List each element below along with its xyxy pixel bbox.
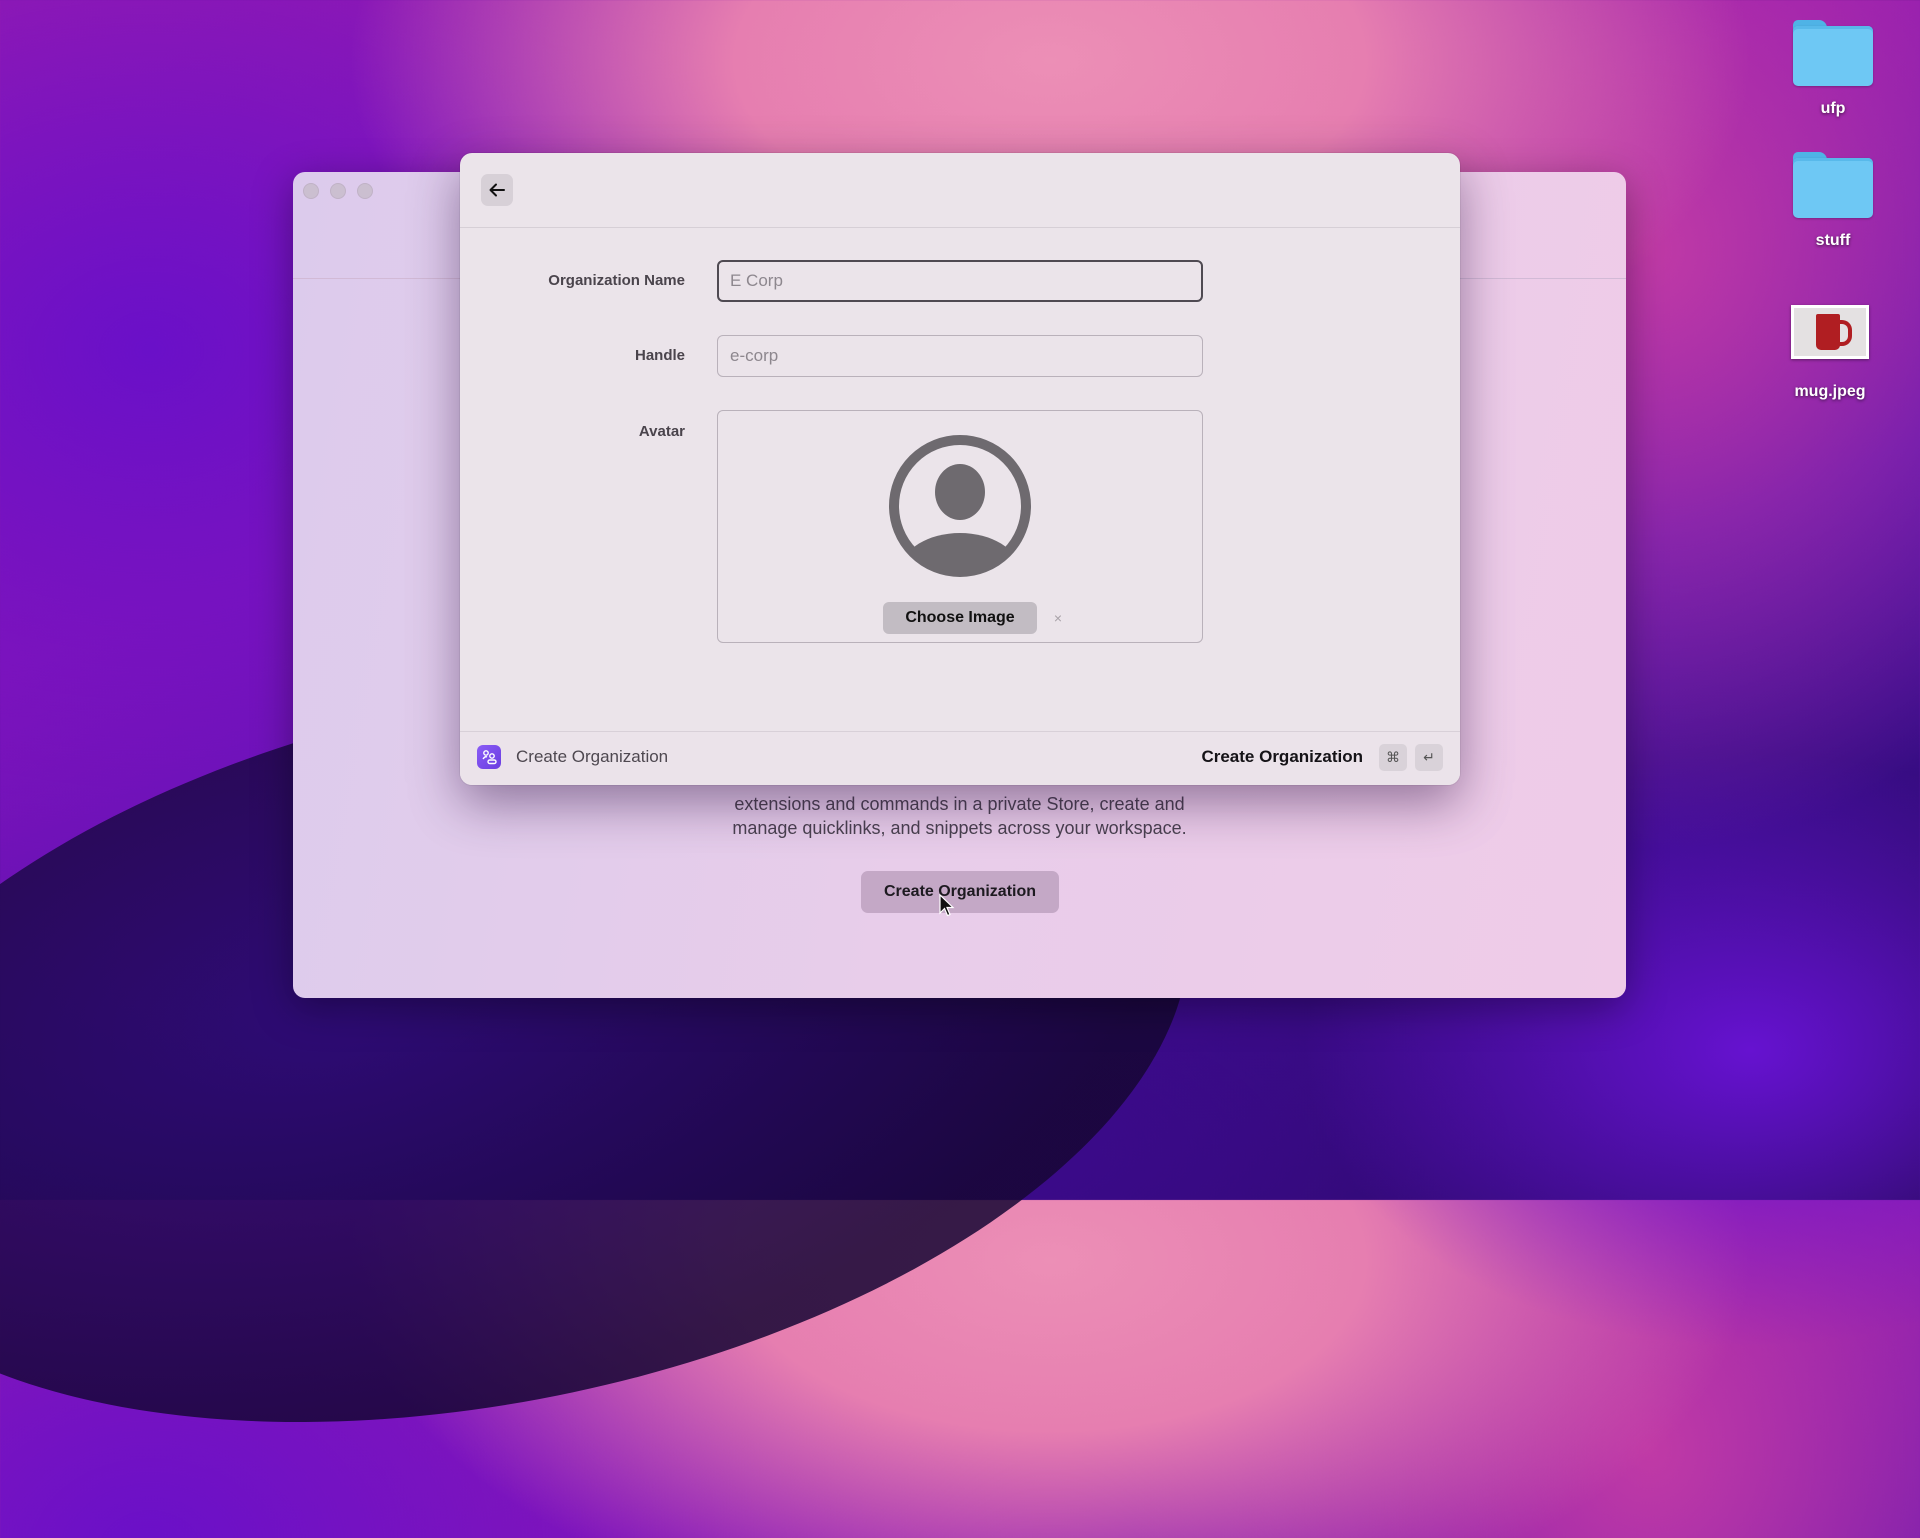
avatar-dropzone[interactable]: Choose Image ×	[717, 410, 1203, 643]
arrow-left-icon	[489, 183, 505, 197]
command-key-icon: ⌘	[1379, 744, 1407, 771]
clear-image-button[interactable]: ×	[1048, 606, 1068, 630]
handle-label: Handle	[634, 347, 685, 364]
organization-icon	[477, 745, 501, 769]
minimize-window-button[interactable]	[330, 183, 346, 199]
description-line: extensions and commands in a private Sto…	[734, 794, 1185, 814]
mouse-cursor-icon	[939, 894, 955, 917]
create-organization-action[interactable]: Create Organization	[1201, 747, 1363, 767]
folder-icon	[1793, 152, 1873, 218]
back-button[interactable]	[481, 174, 513, 206]
desktop-icon-label: mug.jpeg	[1794, 383, 1866, 400]
desktop-icon-mug[interactable]: mug.jpeg	[1770, 305, 1890, 401]
footer-title: Create Organization	[516, 747, 669, 766]
folder-icon	[1793, 20, 1873, 86]
return-key-icon: ↵	[1415, 744, 1443, 771]
desktop-icon-ufp[interactable]: ufp	[1773, 20, 1893, 118]
description-line: manage quicklinks, and snippets across y…	[732, 818, 1187, 838]
person-circle-icon	[889, 435, 1031, 577]
desktop-icon-label: stuff	[1815, 232, 1851, 249]
close-window-button[interactable]	[303, 183, 319, 199]
create-organization-button[interactable]: Create Organization	[861, 871, 1059, 913]
desktop-icon-label: ufp	[1820, 100, 1846, 117]
organization-name-label: Organization Name	[548, 272, 685, 289]
dialog-footer: Create Organization Create Organization …	[460, 731, 1460, 785]
dialog-header	[460, 153, 1460, 228]
avatar-label: Avatar	[638, 423, 685, 440]
desktop-icon-stuff[interactable]: stuff	[1773, 152, 1893, 250]
choose-image-button[interactable]: Choose Image	[883, 602, 1037, 634]
image-thumbnail-icon	[1791, 305, 1869, 359]
handle-input[interactable]	[717, 335, 1203, 377]
create-organization-dialog: Organization Name Handle Avatar Choose I…	[460, 153, 1460, 785]
organization-name-input[interactable]	[717, 260, 1203, 302]
organization-description: extensions and commands in a private Sto…	[293, 792, 1626, 840]
zoom-window-button[interactable]	[357, 183, 373, 199]
